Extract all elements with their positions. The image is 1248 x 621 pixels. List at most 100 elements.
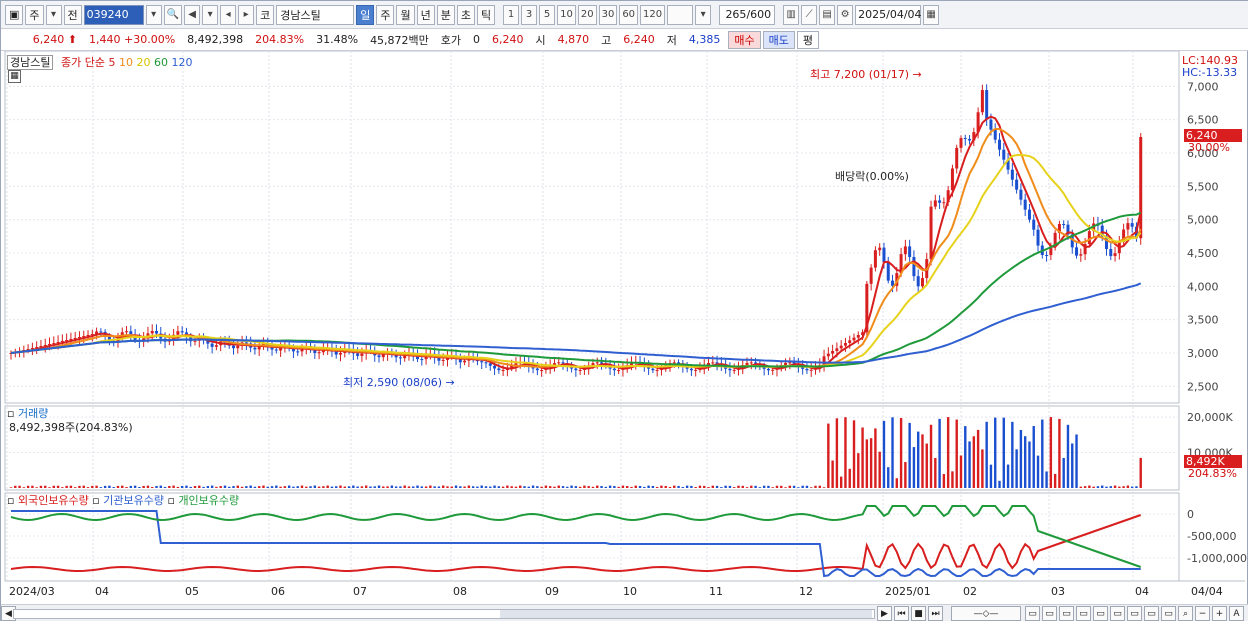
tab-month[interactable]: 월	[396, 4, 415, 25]
interval-120[interactable]: 120	[640, 4, 666, 25]
candle-body	[826, 353, 830, 357]
interval-custom-input[interactable]	[667, 4, 694, 25]
interval-5[interactable]: 5	[539, 4, 556, 25]
zoom-slider[interactable]: —◇—	[951, 606, 1021, 621]
prev-button[interactable]: 전	[63, 4, 82, 25]
volume-bar	[989, 464, 993, 488]
volume-bar	[1071, 443, 1074, 488]
y-tick-label: 2,500	[1187, 380, 1219, 393]
current-pct-tag: 30.00%	[1188, 141, 1230, 154]
volume-bar	[681, 486, 685, 488]
search-icon[interactable]: 🔍	[163, 4, 183, 25]
stock-name-field[interactable]: 경남스틸	[276, 4, 355, 25]
hc-label: HC:-13.33	[1182, 66, 1238, 79]
panel-icon-8[interactable]: ▭	[1144, 606, 1159, 621]
individual-holding-label: 개인보유수량	[178, 494, 240, 507]
period-selector[interactable]: 주	[25, 4, 44, 25]
prev-stock-icon[interactable]: ◂	[220, 4, 237, 25]
panel-icon-2[interactable]: ▭	[1042, 606, 1057, 621]
speaker-icon[interactable]: ◀	[184, 4, 201, 25]
tab-month-label: 월	[400, 8, 411, 22]
volume-bar	[634, 485, 637, 488]
volume-bar	[972, 436, 976, 488]
stock-code-input[interactable]: 039240	[83, 4, 144, 25]
interval-1[interactable]: 1	[503, 4, 520, 25]
data-count-input[interactable]: 265/600	[719, 4, 776, 25]
volume-bar	[698, 485, 702, 488]
tab-second[interactable]: 초	[456, 4, 475, 25]
eval-button[interactable]: 평	[796, 30, 820, 49]
stock-label[interactable]: 경남스틸	[7, 55, 54, 70]
first-page-icon[interactable]: ⏮	[894, 606, 909, 621]
chart-area[interactable]: 2024/03 04 05 06 07 08 09 10 11 12 2025/01 02 03 04 04…	[1, 51, 1248, 604]
volume-bar	[1028, 441, 1031, 488]
y-tick-label: 4,500	[1187, 247, 1219, 260]
panel-icon-4[interactable]: ▭	[1076, 606, 1091, 621]
tab-week[interactable]: 주	[376, 4, 395, 25]
volume-bar	[1019, 429, 1023, 488]
zoom-out-icon[interactable]: −	[1195, 606, 1210, 621]
volume-bar	[728, 485, 732, 488]
interval-dropdown-icon[interactable]: ▾	[695, 4, 712, 25]
volume-bar	[73, 487, 77, 488]
volume-bar	[604, 486, 608, 488]
candle-body	[463, 360, 467, 363]
speaker-dropdown-icon[interactable]: ▾	[202, 4, 219, 25]
interval-3[interactable]: 3	[521, 4, 538, 25]
interval-60[interactable]: 60	[619, 4, 639, 25]
window-menu-icon[interactable]: ▣	[5, 4, 24, 25]
panel-icon-9[interactable]: ▭	[1161, 606, 1176, 621]
period-dropdown-icon[interactable]: ▾	[45, 4, 62, 25]
code-dropdown-icon[interactable]: ▾	[145, 4, 162, 25]
buy-button[interactable]: 매수	[728, 30, 761, 49]
sell-button-label: 매도	[768, 33, 789, 47]
table-view-icon[interactable]: ▦	[8, 70, 21, 83]
panel-icon-7[interactable]: ▭	[1127, 606, 1142, 621]
trend-tool-icon[interactable]: ⟋	[801, 4, 818, 25]
scroll-right-icon[interactable]: ▶	[877, 606, 892, 621]
volume-bar	[985, 421, 988, 488]
sell-button[interactable]: 매도	[762, 30, 795, 49]
volume-bar	[673, 485, 676, 488]
calendar-icon[interactable]: ▦	[923, 4, 940, 25]
volume-bar	[878, 451, 881, 488]
volume-bar	[1130, 486, 1134, 488]
volume-bar	[292, 486, 295, 488]
interval-20[interactable]: 20	[577, 4, 597, 25]
scroll-thumb[interactable]	[500, 610, 872, 618]
zoom-in-icon[interactable]: +	[1212, 606, 1227, 621]
price-panel-frame	[4, 51, 1180, 404]
stop-icon[interactable]: ■	[911, 606, 926, 621]
panel-icon-1[interactable]: ▭	[1025, 606, 1040, 621]
save-icon[interactable]: ▤	[819, 4, 836, 25]
candle-body	[784, 362, 788, 366]
panel-icon-3[interactable]: ▭	[1059, 606, 1074, 621]
candle-body	[886, 262, 890, 281]
scroll-track[interactable]	[13, 609, 875, 619]
x-tick-label: 06	[271, 585, 285, 598]
tab-year[interactable]: 년	[416, 4, 435, 25]
x-tick-label: 03	[1051, 585, 1065, 598]
tab-minute[interactable]: 분	[436, 4, 455, 25]
last-page-icon[interactable]: ⏭	[928, 606, 943, 621]
panel-icon-6[interactable]: ▭	[1110, 606, 1125, 621]
candle-body	[398, 357, 402, 359]
volume-bar	[279, 486, 282, 488]
interval-10[interactable]: 10	[557, 4, 576, 25]
market-prefix[interactable]: 코	[256, 4, 275, 25]
tab-tick[interactable]: 틱	[476, 4, 496, 25]
chart-canvas[interactable]: 2024/03 04 05 06 07 08 09 10 11 12 2025/01 02 03 04 04…	[1, 51, 1248, 604]
font-icon[interactable]: A	[1229, 606, 1244, 621]
settings-gear-icon[interactable]: ⚙	[837, 4, 854, 25]
zoom-icon[interactable]: ⌕	[1178, 606, 1193, 621]
panel-icon-5[interactable]: ▭	[1093, 606, 1108, 621]
tab-day[interactable]: 일	[356, 4, 375, 25]
candle-type-icon[interactable]: ▥	[783, 4, 800, 25]
holding-legend: ▫ 외국인보유수량 ▫ 기관보유수량 ▫ 개인보유수량	[7, 494, 240, 507]
date-input[interactable]: 2025/04/04	[855, 4, 922, 25]
next-stock-icon[interactable]: ▸	[238, 4, 255, 25]
volume-bar	[981, 449, 984, 488]
candle-body	[908, 246, 912, 257]
interval-30[interactable]: 30	[598, 4, 618, 25]
volume-bar	[724, 485, 727, 488]
